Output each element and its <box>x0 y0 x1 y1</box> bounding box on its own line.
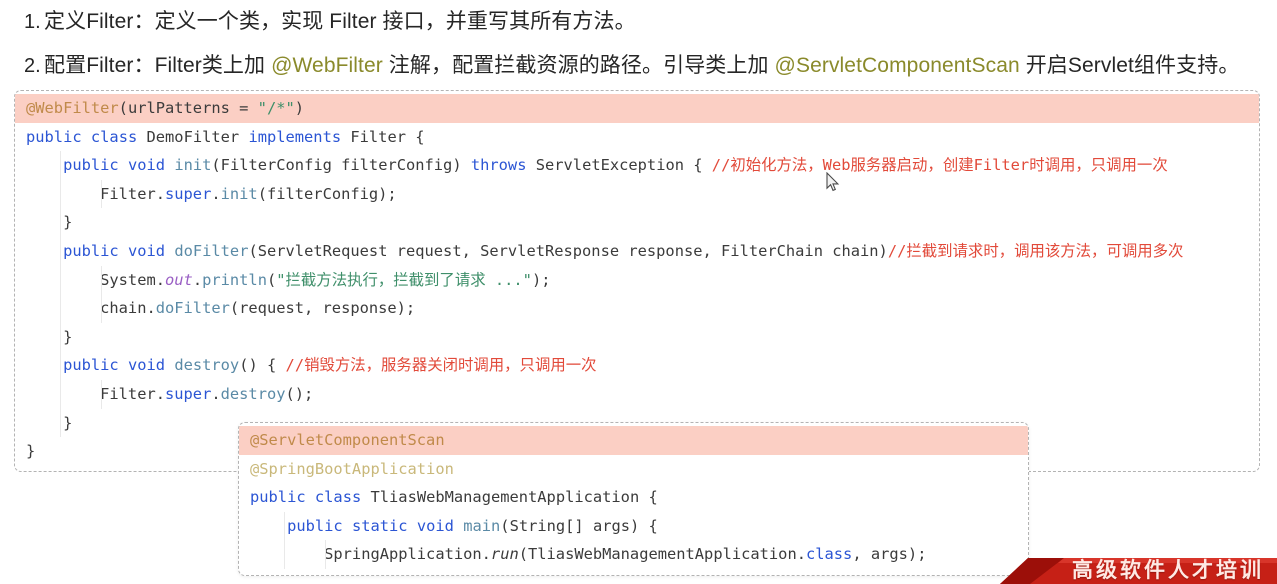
code-line: public void doFilter(ServletRequest requ… <box>15 236 1259 266</box>
keyword: class <box>805 545 853 564</box>
instruction-list: 1. 定义Filter：定义一个类，实现 Filter 接口，并重写其所有方法。… <box>0 0 1277 88</box>
watermark-text: 高级软件人才培训 <box>1072 558 1264 582</box>
filter-code-block: @WebFilter(urlPatterns = "/*") public cla… <box>14 90 1260 472</box>
code-line: } <box>15 208 1259 237</box>
keyword: super <box>165 184 212 203</box>
code-line: SpringApplication.run(TliasWebManagement… <box>239 540 1028 569</box>
annotation-token: @ServletComponentScan <box>250 431 445 449</box>
method-name: main <box>463 516 501 535</box>
list-item-number: 2. <box>24 55 41 77</box>
keyword: implements <box>248 127 342 146</box>
keyword: public <box>63 156 119 175</box>
bootstrap-class-code-block: @ServletComponentScan @SpringBootApplicat… <box>238 422 1029 576</box>
text-run: 注解，配置拦截资源的路径。引导类上加 <box>382 54 775 77</box>
method-name: doFilter <box>174 241 249 260</box>
code-line: public void init(FilterConfig filterConf… <box>15 151 1259 180</box>
annotation-token: @ServletComponentScan <box>774 54 1020 77</box>
keyword: class <box>90 127 138 146</box>
code-line: public static void main(String[] args) { <box>239 511 1028 541</box>
annotation-token: @WebFilter <box>271 54 383 77</box>
code-line: @ServletComponentScan <box>239 426 1028 455</box>
list-item-number: 1. <box>24 11 41 33</box>
code-comment: //初始化方法，Web服务器启动，创建Filter时调用，只调用一次 <box>711 156 1168 175</box>
code-comment: //拦截到请求时，调用该方法，可调用多次 <box>887 241 1184 260</box>
keyword: static <box>351 516 408 535</box>
method-name: destroy <box>174 356 240 375</box>
code-line: @SpringBootApplication <box>239 455 1028 484</box>
list-item-text: 配置Filter：Filter类上加 @WebFilter 注解，配置拦截资源的… <box>44 44 1277 88</box>
code-line: Filter.super.init(filterConfig); <box>15 179 1259 209</box>
method-name: init <box>174 156 212 175</box>
keyword: class <box>314 488 362 507</box>
code-line: Filter.super.destroy(); <box>15 379 1259 409</box>
code-line: public void destroy() { //销毁方法，服务器关闭时调用，… <box>15 351 1259 380</box>
keyword: void <box>127 241 166 260</box>
keyword: public <box>287 516 343 535</box>
code-line: public class TliasWebManagementApplicati… <box>250 488 658 507</box>
annotation-token: @WebFilter <box>26 99 119 117</box>
keyword: public <box>250 488 306 507</box>
list-item: 2. 配置Filter：Filter类上加 @WebFilter 注解，配置拦截… <box>0 44 1277 88</box>
text-run: 配置Filter：Filter类上加 <box>44 54 272 77</box>
code-line: public class DemoFilter implements Filte… <box>26 127 425 146</box>
keyword: public <box>26 127 82 146</box>
list-item-text: 定义Filter：定义一个类，实现 Filter 接口，并重写其所有方法。 <box>44 0 1277 44</box>
keyword: super <box>165 384 212 403</box>
keyword: public <box>63 356 119 375</box>
code-line: @WebFilter(urlPatterns = "/*") <box>15 94 1259 123</box>
code-line: System.out.println("拦截方法执行，拦截到了请求 ..."); <box>15 265 1259 295</box>
code-line: chain.doFilter(request, response); <box>15 294 1259 323</box>
method-name: doFilter <box>155 299 230 318</box>
watermark-banner: 高级软件人才培训 <box>1000 550 1277 584</box>
code-line: } <box>15 322 1259 352</box>
text-run: 开启Servlet组件支持。 <box>1019 54 1240 77</box>
string-literal: "拦截方法执行，拦截到了请求 ..." <box>276 270 532 289</box>
code-lines: @ServletComponentScan @SpringBootApplicat… <box>239 426 1028 569</box>
annotation-token: @SpringBootApplication <box>250 459 454 478</box>
list-item: 1. 定义Filter：定义一个类，实现 Filter 接口，并重写其所有方法。 <box>0 0 1277 44</box>
keyword: public <box>63 241 119 260</box>
static-field: out <box>165 270 193 289</box>
keyword: void <box>416 516 454 535</box>
method-name: run <box>490 545 519 564</box>
keyword: void <box>127 156 166 175</box>
keyword: void <box>127 356 166 375</box>
method-name: destroy <box>220 384 286 403</box>
method-name: init <box>220 184 258 203</box>
method-name: println <box>202 270 267 289</box>
string-literal: "/*" <box>257 99 295 117</box>
code-lines: @WebFilter(urlPatterns = "/*") public cla… <box>15 94 1259 466</box>
text-run: 定义Filter：定义一个类，实现 Filter 接口，并重写其所有方法。 <box>44 10 636 33</box>
code-comment: //销毁方法，服务器关闭时调用，只调用一次 <box>285 356 597 375</box>
keyword: throws <box>470 156 527 175</box>
